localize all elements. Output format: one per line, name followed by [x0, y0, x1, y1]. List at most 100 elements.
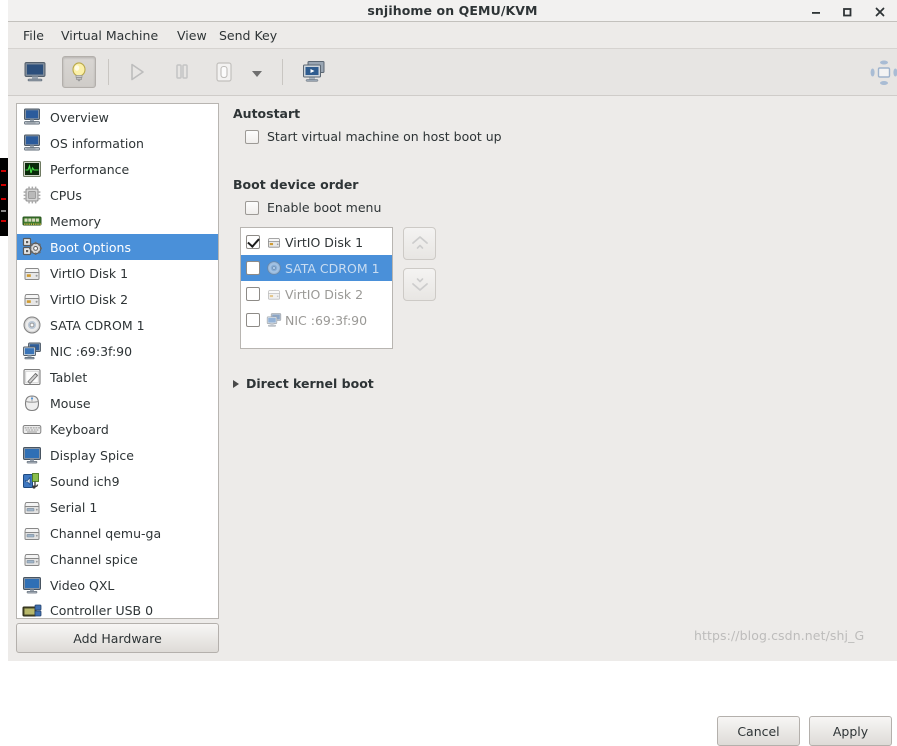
computer-icon — [22, 107, 42, 127]
sidebar-item-label: Controller USB 0 — [50, 603, 154, 618]
shutdown-button[interactable] — [207, 56, 241, 88]
maximize-button[interactable] — [838, 2, 856, 20]
boot-device-row[interactable]: VirtIO Disk 1 — [241, 229, 392, 255]
sidebar-item-channel-spice[interactable]: Channel spice — [17, 546, 218, 572]
sidebar-item-display-spice[interactable]: Display Spice — [17, 442, 218, 468]
show-details-button[interactable] — [62, 56, 96, 88]
add-hardware-button[interactable]: Add Hardware — [16, 623, 219, 653]
close-button[interactable] — [871, 2, 889, 20]
network-icon — [266, 312, 282, 328]
minimize-button[interactable] — [807, 2, 825, 20]
sidebar-item-sound-ich9[interactable]: Sound ich9 — [17, 468, 218, 494]
cpu-icon — [22, 185, 42, 205]
usb-icon — [22, 601, 42, 619]
apply-button[interactable]: Apply — [809, 716, 892, 746]
keyboard-icon — [22, 419, 42, 439]
sound-icon — [22, 471, 42, 491]
boot-device-list[interactable]: VirtIO Disk 1 SATA CDROM 1 VirtIO Disk 2 NI… — [240, 227, 393, 349]
sidebar-item-cpus[interactable]: CPUs — [17, 182, 218, 208]
sidebar-item-label: VirtIO Disk 2 — [50, 291, 129, 307]
window-title: snjihome on QEMU/KVM — [367, 3, 538, 18]
toolbar — [8, 49, 897, 96]
fullscreen-button[interactable] — [867, 56, 897, 88]
sidebar-item-label: Serial 1 — [50, 499, 98, 515]
snapshots-button[interactable] — [297, 56, 331, 88]
sidebar-item-label: OS information — [50, 135, 144, 151]
pause-button[interactable] — [165, 56, 199, 88]
show-console-button[interactable] — [18, 56, 52, 88]
boot-menu-checkbox-label: Enable boot menu — [267, 200, 382, 215]
boot-device-row[interactable]: SATA CDROM 1 — [241, 255, 392, 281]
sidebar-item-virtio-disk-1[interactable]: VirtIO Disk 1 — [17, 260, 218, 286]
direct-kernel-boot-expander[interactable]: Direct kernel boot — [233, 376, 374, 391]
boot-device-label: SATA CDROM 1 — [285, 260, 380, 276]
computer-icon — [22, 133, 42, 153]
boot-options-pane: Autostart Start virtual machine on host … — [227, 96, 897, 661]
sidebar-item-memory[interactable]: Memory — [17, 208, 218, 234]
boot-menu-checkbox[interactable] — [245, 200, 259, 215]
cdrom-icon — [266, 260, 282, 276]
move-down-button[interactable] — [403, 268, 436, 301]
memory-icon — [22, 211, 42, 231]
autostart-checkbox[interactable] — [245, 129, 259, 144]
sidebar-item-performance[interactable]: Performance — [17, 156, 218, 182]
boot-device-label: NIC :69:3f:90 — [285, 312, 368, 328]
sidebar-item-controller-usb-0[interactable]: Controller USB 0 — [17, 598, 218, 619]
cdrom-icon — [22, 315, 42, 335]
harddisk-icon — [22, 289, 42, 309]
sidebar-item-os-information[interactable]: OS information — [17, 130, 218, 156]
sidebar-item-label: Performance — [50, 161, 130, 177]
boot-device-checkbox[interactable] — [246, 261, 260, 275]
sidebar-item-nic-69-3f-90[interactable]: NIC :69:3f:90 — [17, 338, 218, 364]
shutdown-menu-button[interactable] — [244, 56, 270, 88]
graph-icon — [22, 159, 42, 179]
move-up-button[interactable] — [403, 227, 436, 260]
hardware-list[interactable]: Overview OS information Performance CPUs Mem… — [16, 103, 219, 619]
boot-device-row[interactable]: NIC :69:3f:90 — [241, 307, 392, 333]
toolbar-separator — [108, 59, 109, 85]
harddisk-icon — [266, 234, 282, 250]
run-button[interactable] — [120, 56, 154, 88]
sidebar-item-sata-cdrom-1[interactable]: SATA CDROM 1 — [17, 312, 218, 338]
display-icon — [22, 445, 42, 465]
virt-manager-window: snjihome on QEMU/KVM File Virtual Machin… — [0, 0, 897, 746]
autostart-checkbox-row[interactable]: Start virtual machine on host boot up — [245, 129, 502, 144]
sidebar-item-boot-options[interactable]: Boot Options — [17, 234, 218, 260]
sidebar-item-label: Video QXL — [50, 577, 115, 593]
sidebar-item-label: Overview — [50, 109, 109, 125]
sidebar-item-serial-1[interactable]: Serial 1 — [17, 494, 218, 520]
menu-view[interactable]: View — [174, 27, 210, 44]
sidebar-item-label: Channel spice — [50, 551, 138, 567]
sidebar-item-mouse[interactable]: Mouse — [17, 390, 218, 416]
sidebar-item-label: Sound ich9 — [50, 473, 120, 489]
sidebar-item-label: Tablet — [50, 369, 88, 385]
menu-virtual-machine[interactable]: Virtual Machine — [58, 27, 161, 44]
autostart-checkbox-label: Start virtual machine on host boot up — [267, 129, 502, 144]
network-icon — [22, 341, 42, 361]
menu-file[interactable]: File — [20, 27, 47, 44]
sidebar-item-channel-qemu-ga[interactable]: Channel qemu-ga — [17, 520, 218, 546]
boot-device-checkbox[interactable] — [246, 287, 260, 301]
sidebar-item-label: Boot Options — [50, 239, 131, 255]
display-icon — [22, 575, 42, 595]
sidebar-item-overview[interactable]: Overview — [17, 104, 218, 130]
sidebar-item-tablet[interactable]: Tablet — [17, 364, 218, 390]
boot-gear-icon — [22, 237, 43, 257]
menu-bar: File Virtual Machine View Send Key — [8, 22, 897, 49]
menu-send-key[interactable]: Send Key — [216, 27, 280, 44]
content-area: Overview OS information Performance CPUs Mem… — [8, 96, 897, 746]
boot-device-row[interactable]: VirtIO Disk 2 — [241, 281, 392, 307]
sidebar-item-keyboard[interactable]: Keyboard — [17, 416, 218, 442]
sidebar-item-video-qxl[interactable]: Video QXL — [17, 572, 218, 598]
sidebar-item-virtio-disk-2[interactable]: VirtIO Disk 2 — [17, 286, 218, 312]
serial-icon — [22, 497, 42, 517]
mouse-icon — [22, 393, 42, 413]
sidebar-item-label: VirtIO Disk 1 — [50, 265, 129, 281]
boot-order-section-title: Boot device order — [233, 177, 359, 192]
boot-device-checkbox[interactable] — [246, 235, 260, 249]
boot-menu-checkbox-row[interactable]: Enable boot menu — [245, 200, 381, 215]
harddisk-icon — [266, 286, 282, 302]
boot-device-checkbox[interactable] — [246, 313, 260, 327]
cancel-button[interactable]: Cancel — [717, 716, 800, 746]
autostart-section-title: Autostart — [233, 106, 301, 121]
